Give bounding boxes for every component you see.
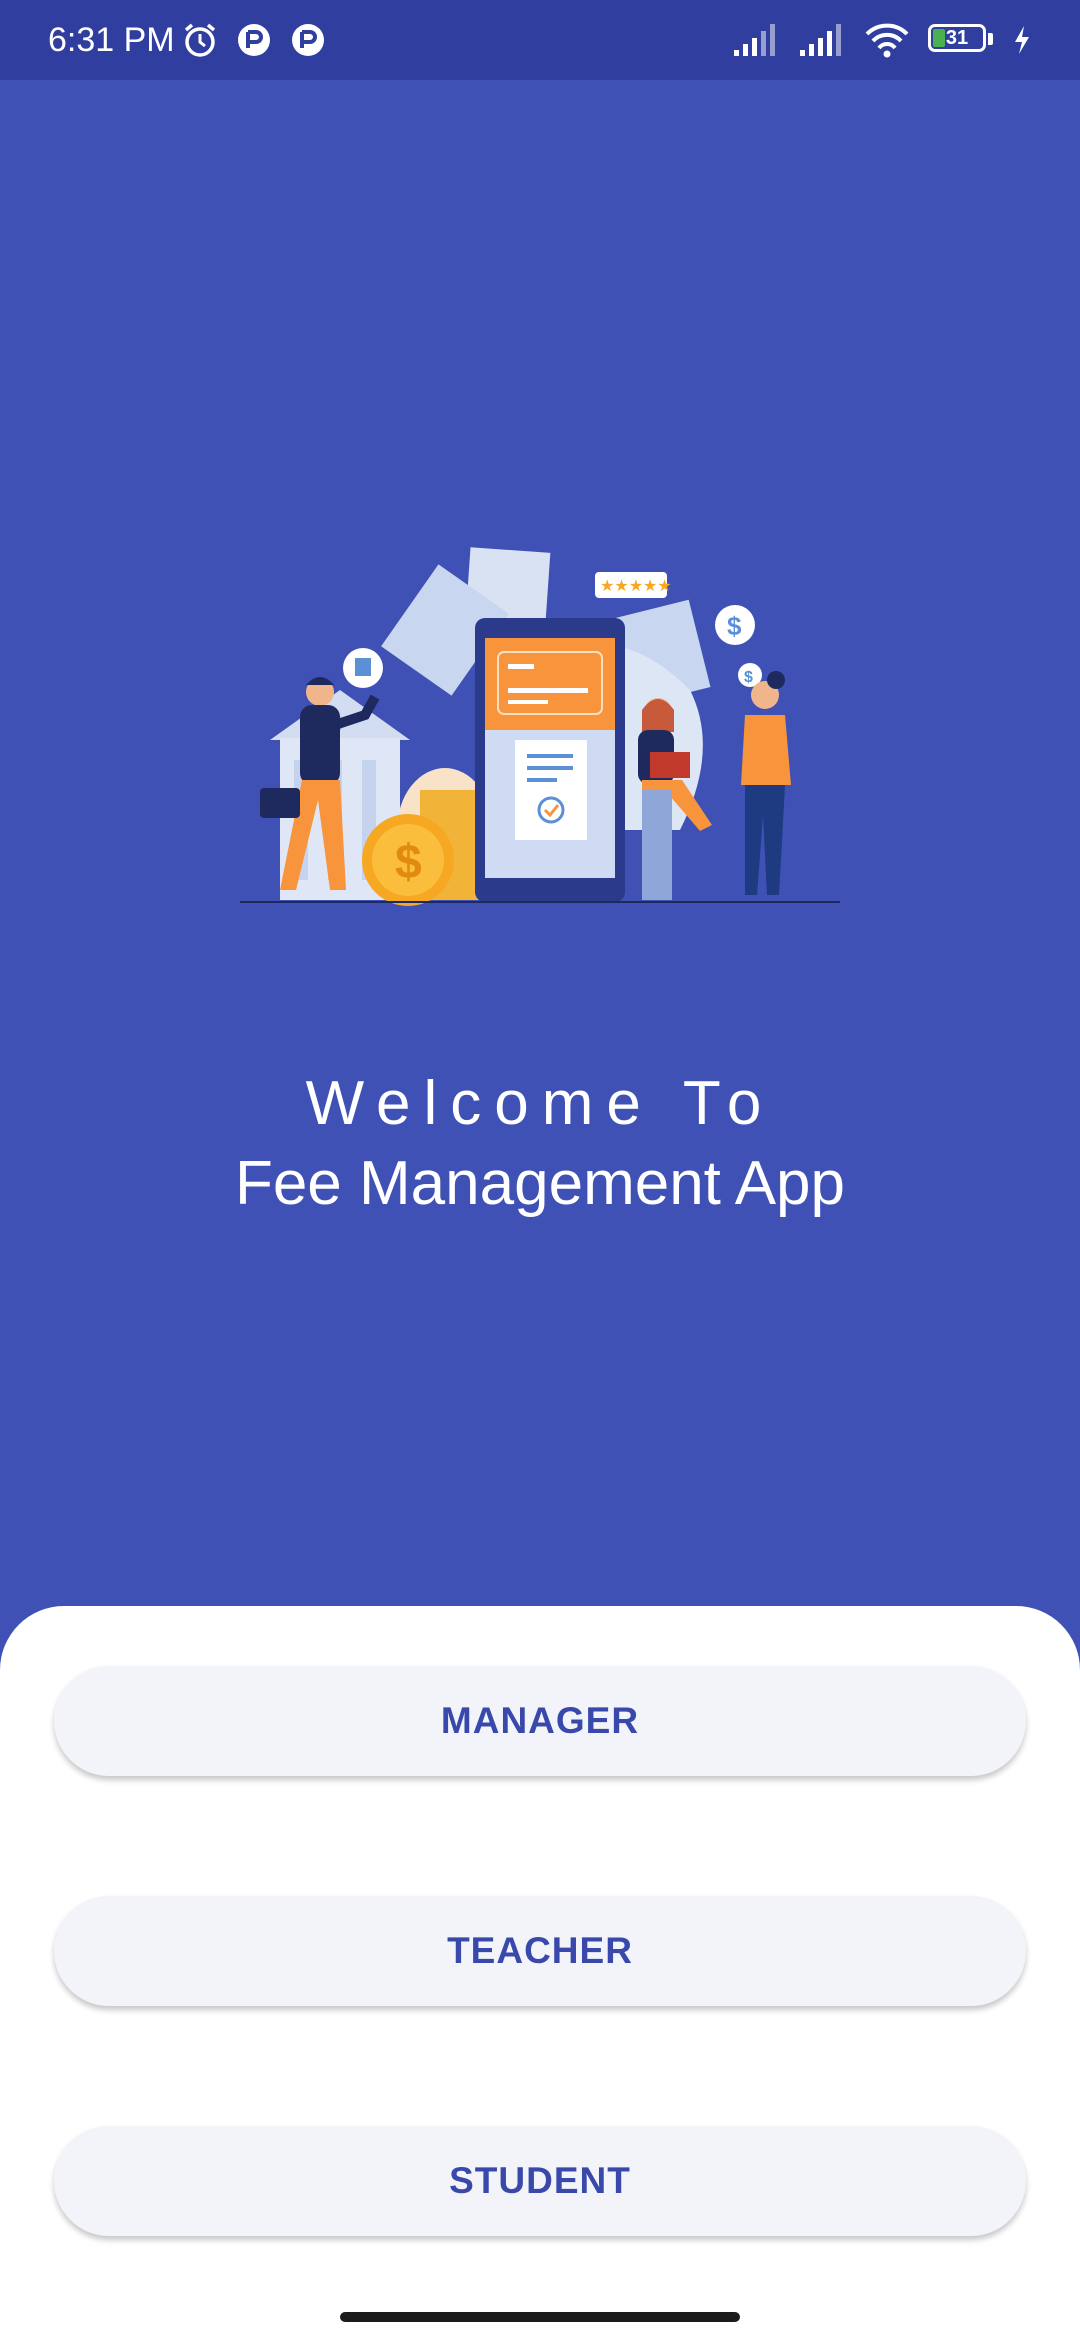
- manager-button[interactable]: MANAGER: [54, 1666, 1026, 1776]
- alarm-icon: [184, 23, 216, 57]
- app-name-title: Fee Management App: [234, 1149, 846, 1218]
- role-selection-sheet: MANAGER TEACHER STUDENT: [0, 1606, 1080, 2340]
- teacher-button[interactable]: TEACHER: [54, 1896, 1026, 2006]
- fee-payment-illustration: $ $ ★★★★★ $ $: [240, 547, 840, 906]
- svg-text:★★★★★: ★★★★★: [600, 576, 672, 595]
- welcome-heading: Welcome To: [305, 1069, 775, 1138]
- standing-woman-illustration: [741, 671, 791, 895]
- status-time: 6:31 PM: [48, 21, 175, 59]
- student-button[interactable]: STUDENT: [54, 2126, 1026, 2236]
- app-notification-icon: [292, 24, 324, 56]
- svg-text:$: $: [395, 836, 422, 889]
- rating-bubble-illustration: ★★★★★: [595, 572, 672, 598]
- signal-icon: [734, 24, 775, 56]
- charging-icon: [1015, 26, 1029, 54]
- battery-icon: 31: [928, 24, 994, 56]
- battery-level: 31: [945, 27, 969, 49]
- svg-text:$: $: [744, 669, 753, 686]
- wifi-icon: [865, 23, 909, 58]
- app-notification-icon: [238, 24, 270, 56]
- signal-icon: [800, 24, 841, 56]
- status-bar: 6:31 PM 31: [0, 0, 1080, 80]
- home-indicator[interactable]: [340, 2312, 740, 2322]
- svg-text:$: $: [727, 611, 742, 641]
- phone-illustration: [475, 618, 625, 902]
